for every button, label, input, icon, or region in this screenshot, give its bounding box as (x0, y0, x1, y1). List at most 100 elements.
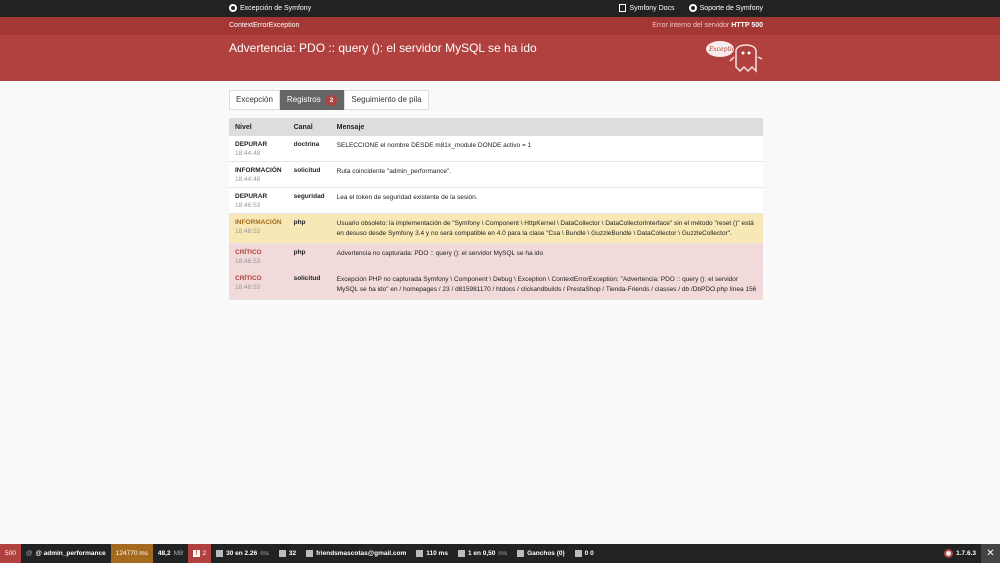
log-message: Ruta coincidente "admin_performance". (336, 168, 452, 175)
toolbar-status-code[interactable]: 500 (0, 544, 21, 563)
tab-exception[interactable]: Excepción (229, 90, 280, 110)
exception-header: ContextErrorException Error interno del … (0, 17, 1000, 81)
ghost-illustration: Exception (706, 41, 763, 73)
log-channel: php (293, 249, 306, 256)
table-row: INFORMACIÓN 18:46:53 php Usuario obsoleto… (229, 213, 763, 244)
log-time: 18:46:53 (235, 284, 261, 291)
time-label: 124770 ms (115, 550, 148, 557)
layers-icon (216, 550, 224, 557)
table-row: DEPURAR 18:44:48 doctrina SELECCIONE el n… (229, 136, 763, 162)
log-channel: solicitud (293, 167, 321, 174)
tab-stack-trace[interactable]: Seguimiento de pila (344, 90, 429, 110)
tab-exception-label: Excepción (236, 95, 273, 104)
log-time: 18:46:53 (235, 228, 261, 235)
toolbar-cache[interactable]: 30 en 2.26 ms (211, 544, 274, 563)
db-unit: ms (498, 550, 508, 557)
log-channel: seguridad (293, 193, 325, 200)
log-channel: doctrina (293, 141, 320, 148)
http-status: Error interno del servidor HTTP 500 (652, 22, 763, 29)
log-channel: solicitud (293, 275, 321, 282)
memory-unit: MB (173, 550, 184, 557)
status-code: HTTP 500 (731, 22, 763, 29)
log-message: Usuario obsoleto: la implementación de "… (336, 220, 754, 237)
status-text: Error interno del servidor (652, 22, 730, 29)
debug-toolbar: 500 @ @ admin_performance 124770 ms 48,2… (0, 544, 1000, 563)
log-level: INFORMACIÓN (235, 219, 282, 226)
exception-class: ContextErrorException (229, 22, 300, 29)
table-row: INFORMACIÓN 18:44:48 solicitud Ruta coinc… (229, 161, 763, 188)
toolbar-db[interactable]: 1 en 0,50 ms (453, 544, 512, 563)
twig-icon (416, 550, 424, 557)
exception-subheader: ContextErrorException Error interno del … (0, 17, 1000, 35)
log-message: Advertencia no capturada: PDO :: query (… (336, 250, 544, 257)
toolbar-version[interactable]: 1.7.6.3 (939, 544, 981, 563)
symfony-logo-icon (229, 4, 237, 12)
close-icon: ✕ (986, 548, 995, 559)
book-icon (619, 4, 627, 12)
other-label: 0 0 (584, 550, 594, 557)
toolbar-close-button[interactable]: ✕ (981, 544, 1000, 563)
log-level: CRÍTICO (235, 249, 262, 256)
twig-label: 110 ms (426, 550, 448, 557)
table-row: DEPURAR 18:46:53 seguridad Lea el token d… (229, 187, 763, 214)
tab-logs[interactable]: Registros 2 (279, 90, 345, 110)
table-row: CRÍTICO 18:46:53 solicitud Excepción PHP … (229, 269, 763, 300)
hooks-icon (517, 550, 525, 557)
log-message: Excepción PHP no capturada Symfony \ Com… (336, 276, 757, 293)
log-level: CRÍTICO (235, 275, 262, 282)
symfony-docs-label: Symfony Docs (629, 4, 675, 12)
header-message: Mensaje (330, 118, 763, 136)
error-icon: ! (193, 550, 200, 557)
top-bar: Excepción de Symfony Symfony Docs Soport… (0, 0, 1000, 17)
translation-icon (278, 550, 286, 557)
header-level: Nivel (229, 118, 288, 136)
log-message: SELECCIONE el nombre DESDE m81x_module D… (336, 142, 532, 149)
db-label: 1 en 0,50 (467, 550, 496, 557)
tab-bar: Excepción Registros 2 Seguimiento de pil… (229, 90, 429, 110)
log-time: 18:46:53 (235, 202, 261, 209)
tab-stack-trace-label: Seguimiento de pila (351, 95, 422, 104)
toolbar-twig[interactable]: 110 ms (411, 544, 453, 563)
user-label: friendsmascotas@gmail.com (316, 550, 407, 557)
toolbar-memory[interactable]: 48,2 MB (153, 544, 188, 563)
errors-label: 2 (202, 550, 207, 557)
log-level: DEPURAR (235, 193, 268, 200)
memory-label: 48,2 (157, 550, 171, 557)
bottle-icon (574, 550, 582, 557)
log-level: INFORMACIÓN (235, 167, 282, 174)
user-icon (306, 550, 314, 557)
brand-label: Excepción de Symfony (240, 4, 312, 12)
log-time: 18:46:53 (235, 258, 261, 265)
toolbar-errors[interactable]: ! 2 (188, 544, 212, 563)
lifebuoy-icon (688, 4, 697, 12)
symfony-docs-link[interactable]: Symfony Docs (619, 4, 675, 12)
symfony-support-link[interactable]: Soporte de Symfony (688, 4, 763, 12)
database-icon (457, 550, 465, 557)
toolbar-route[interactable]: @ @ admin_performance (21, 544, 111, 563)
log-channel: php (293, 219, 306, 226)
symfony-support-label: Soporte de Symfony (699, 4, 763, 12)
logs-table: Nivel Canal Mensaje DEPURAR 18:44:48 doct… (229, 118, 763, 300)
exception-title: Advertencia: PDO :: query (): el servido… (229, 41, 537, 55)
cache-unit: ms (260, 550, 269, 557)
tab-logs-label: Registros (286, 95, 321, 104)
symfony-brand: Excepción de Symfony (229, 4, 311, 12)
header-channel: Canal (287, 118, 331, 136)
version-label: 1.7.6.3 (956, 550, 976, 557)
log-message: Lea el token de seguridad existente de l… (336, 194, 478, 201)
ghost-text: Exception (708, 46, 739, 53)
toolbar-user[interactable]: friendsmascotas@gmail.com (301, 544, 411, 563)
toolbar-other[interactable]: 0 0 (570, 544, 599, 563)
toolbar-time[interactable]: 124770 ms (110, 544, 153, 563)
guzzle-label: Ganchos (0) (527, 550, 565, 557)
status-code-label: 500 (5, 550, 16, 557)
log-time: 18:44:48 (235, 176, 261, 183)
toolbar-requests[interactable]: 32 (274, 544, 301, 563)
cache-label: 30 en 2.26 (226, 550, 258, 557)
route-prefix: @ (25, 550, 33, 557)
logs-count-badge: 2 (325, 94, 338, 106)
toolbar-guzzle[interactable]: Ganchos (0) (512, 544, 570, 563)
logs-table-header: Nivel Canal Mensaje (229, 118, 763, 136)
route-label: @ admin_performance (35, 550, 106, 557)
log-level: DEPURAR (235, 141, 268, 148)
